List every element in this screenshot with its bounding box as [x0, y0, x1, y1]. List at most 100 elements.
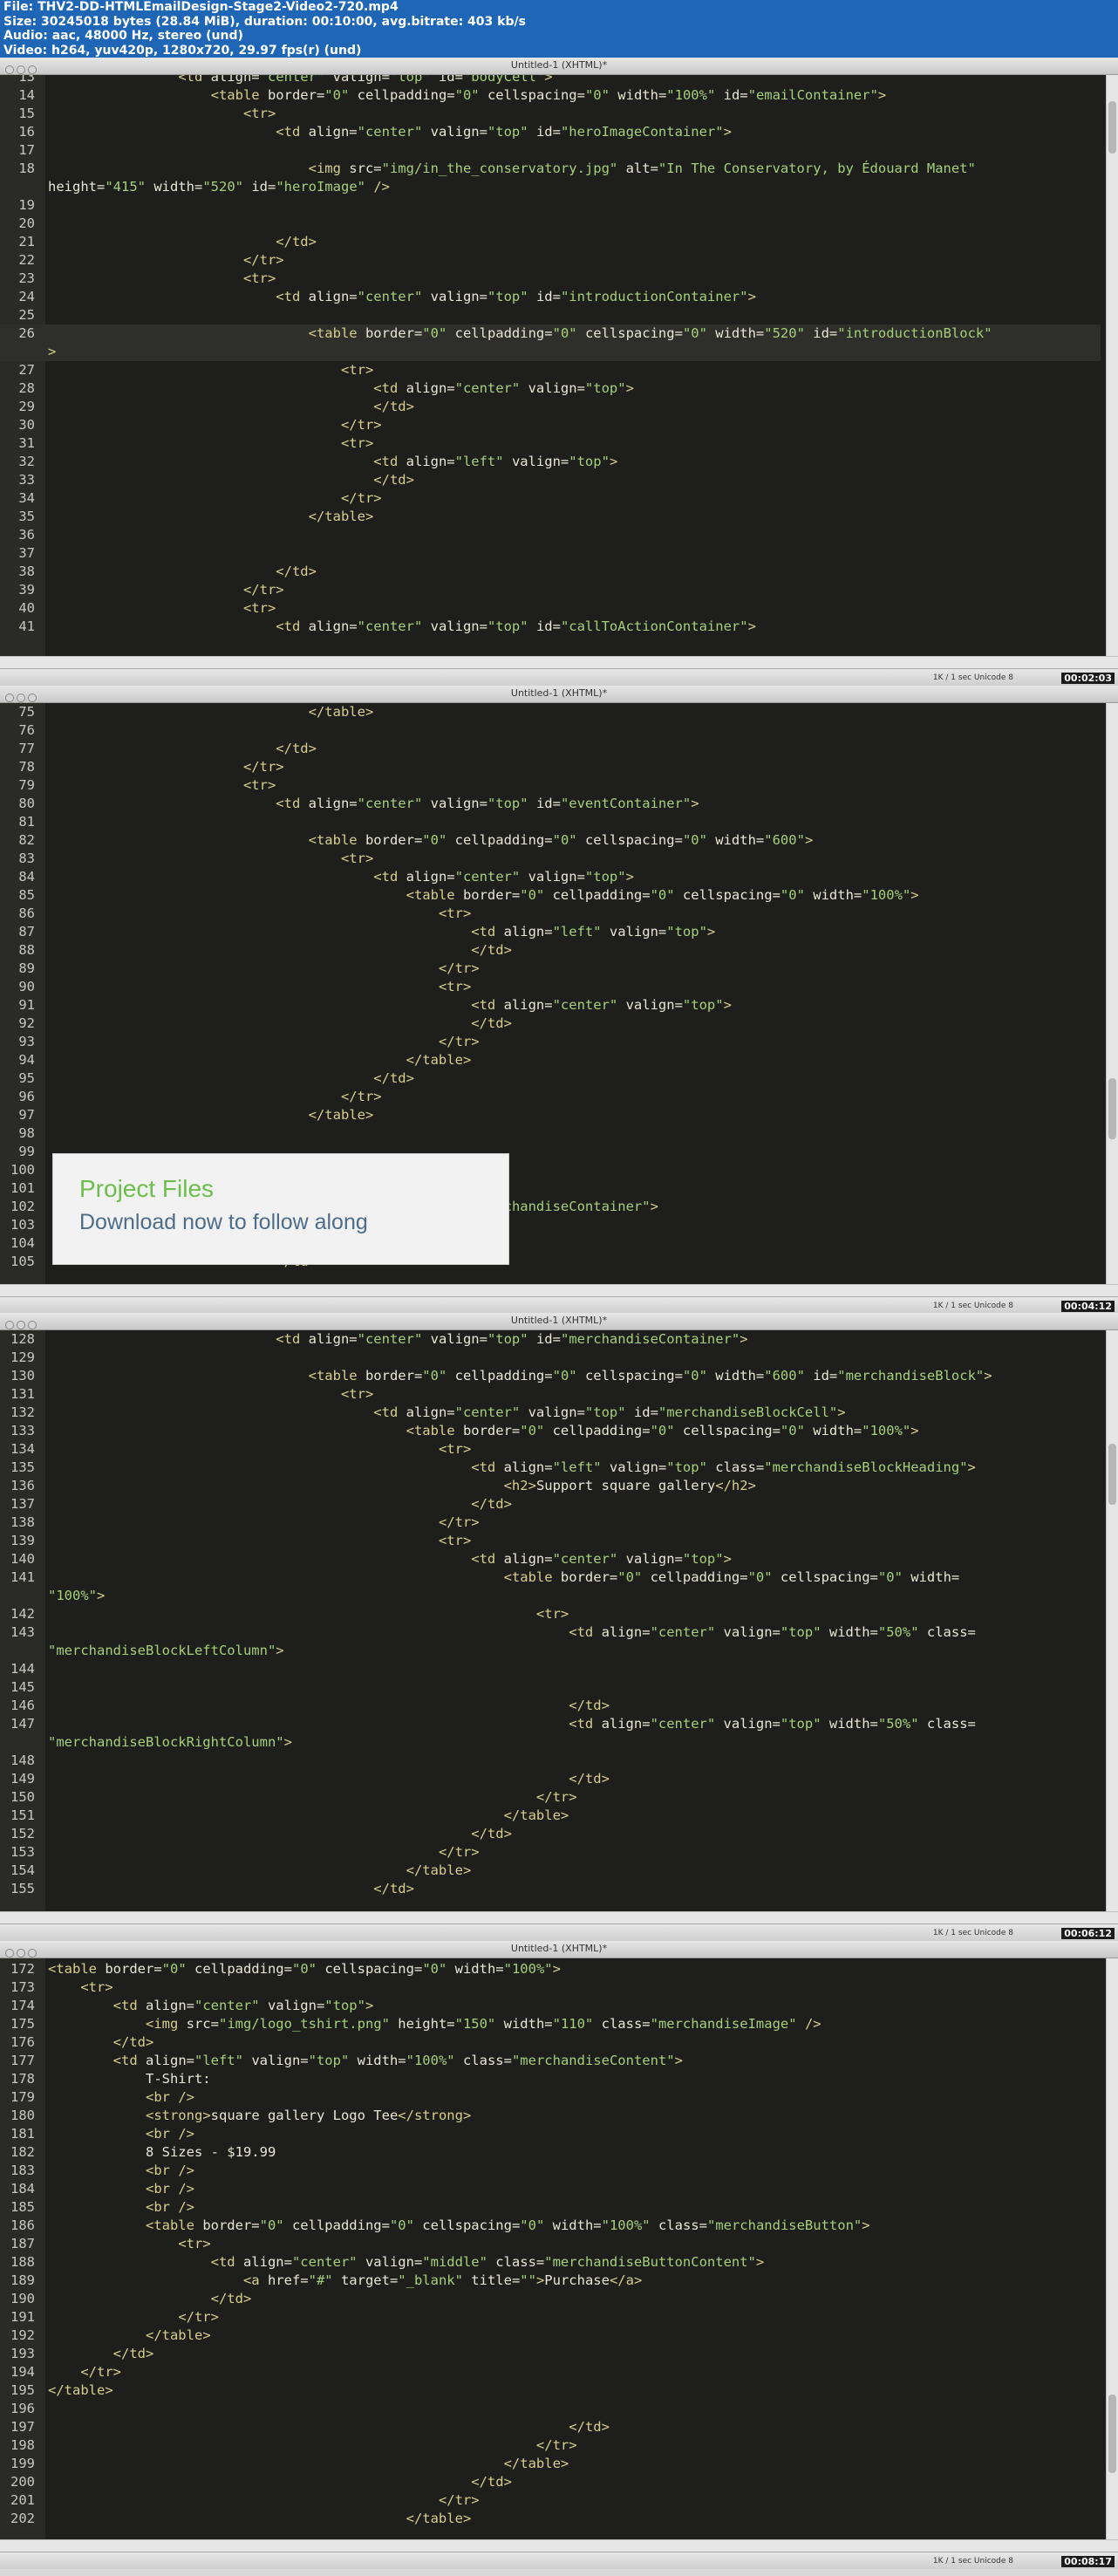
code-line[interactable]: 136 <h2>Support square gallery</h2> — [0, 1477, 1101, 1495]
code-line[interactable]: 90 <tr> — [0, 978, 1101, 996]
code-line[interactable]: 31 <tr> — [0, 434, 1101, 453]
code-line[interactable]: 133 <table border="0" cellpadding="0" ce… — [0, 1422, 1101, 1440]
code-line[interactable]: 150 </tr> — [0, 1788, 1101, 1807]
scrollbar-thumb[interactable] — [1108, 1078, 1116, 1139]
code-line[interactable]: 15 <tr> — [0, 105, 1101, 123]
code-line[interactable]: 155 </td> — [0, 1880, 1101, 1898]
code-line[interactable]: 148 — [0, 1752, 1101, 1770]
code-line[interactable]: 153 </tr> — [0, 1843, 1101, 1862]
code-line[interactable]: 88 </td> — [0, 941, 1101, 960]
code-line[interactable]: 35 </table> — [0, 508, 1101, 526]
code-line[interactable]: 19 — [0, 196, 1101, 215]
code-line[interactable]: "merchandiseBlockRightColumn"> — [0, 1733, 1101, 1752]
scrollbar-thumb[interactable] — [1108, 1444, 1116, 1505]
code-line[interactable]: 25 — [0, 306, 1101, 325]
code-line[interactable]: 130 <table border="0" cellpadding="0" ce… — [0, 1367, 1101, 1385]
code-line[interactable]: 94 </table> — [0, 1051, 1101, 1069]
code-line[interactable]: 144 — [0, 1660, 1101, 1678]
code-line[interactable]: 173 <tr> — [0, 1978, 1101, 1997]
code-line[interactable]: 75 </table> — [0, 703, 1101, 721]
vertical-scrollbar[interactable] — [1106, 1330, 1118, 1911]
code-line[interactable]: 39 </tr> — [0, 581, 1101, 599]
code-line[interactable]: 202 </table> — [0, 2510, 1101, 2528]
code-line[interactable]: 135 <td align="left" valign="top" class=… — [0, 1459, 1101, 1477]
code-line[interactable]: 91 <td align="center" valign="top"> — [0, 996, 1101, 1015]
code-line[interactable]: 23 <tr> — [0, 270, 1101, 288]
code-line[interactable]: 201 </tr> — [0, 2491, 1101, 2510]
code-line[interactable]: "100%"> — [0, 1587, 1101, 1605]
code-line[interactable]: 192 </table> — [0, 2327, 1101, 2345]
code-line[interactable]: 93 </tr> — [0, 1033, 1101, 1051]
code-line[interactable]: 183 <br /> — [0, 2162, 1101, 2180]
code-line[interactable]: 181 <br /> — [0, 2125, 1101, 2143]
code-line[interactable]: 146 </td> — [0, 1697, 1101, 1715]
code-line[interactable]: 78 </tr> — [0, 758, 1101, 776]
code-line[interactable]: 191 </tr> — [0, 2308, 1101, 2327]
code-line[interactable]: 29 </td> — [0, 398, 1101, 416]
code-line[interactable]: 37 — [0, 544, 1101, 563]
project-files-banner[interactable]: Project Files Download now to follow alo… — [52, 1153, 509, 1265]
code-line[interactable]: 179 <br /> — [0, 2088, 1101, 2107]
code-line[interactable]: 195 </table> — [0, 2381, 1101, 2400]
code-line[interactable]: 152 </td> — [0, 1825, 1101, 1843]
code-line[interactable]: 28 <td align="center" valign="top"> — [0, 379, 1101, 398]
code-line[interactable]: 187 <tr> — [0, 2235, 1101, 2253]
code-line[interactable]: 20 — [0, 215, 1101, 233]
code-line[interactable]: 92 </td> — [0, 1015, 1101, 1033]
code-line[interactable]: 139 <tr> — [0, 1532, 1101, 1550]
window-titlebar[interactable]: Untitled-1 (XHTML)* — [0, 1941, 1118, 1958]
code-line[interactable]: 178 T-Shirt: — [0, 2070, 1101, 2088]
horizontal-scrollbar[interactable] — [0, 1911, 1118, 1923]
code-line[interactable]: 145 — [0, 1678, 1101, 1697]
code-line[interactable]: 95 </td> — [0, 1069, 1101, 1088]
code-line[interactable]: 18 <img src="img/in_the_conservatory.jpg… — [0, 160, 1101, 178]
code-line[interactable]: 147 <td align="center" valign="top" widt… — [0, 1715, 1101, 1733]
code-line[interactable]: 174 <td align="center" valign="top"> — [0, 1997, 1101, 2015]
vertical-scrollbar[interactable] — [1106, 1958, 1118, 2539]
horizontal-scrollbar[interactable] — [0, 656, 1118, 668]
code-line[interactable]: 198 </tr> — [0, 2436, 1101, 2455]
code-line[interactable]: 21 </td> — [0, 233, 1101, 251]
code-line[interactable]: 40 <tr> — [0, 599, 1101, 618]
code-line[interactable]: 176 </td> — [0, 2033, 1101, 2052]
code-line[interactable]: 17 — [0, 141, 1101, 160]
code-line[interactable]: 199 </table> — [0, 2455, 1101, 2473]
scrollbar-thumb[interactable] — [1108, 101, 1116, 154]
code-line[interactable]: 79 <tr> — [0, 776, 1101, 795]
code-line[interactable]: 97 </table> — [0, 1106, 1101, 1124]
code-line[interactable]: 151 </table> — [0, 1807, 1101, 1825]
code-line[interactable]: 141 <table border="0" cellpadding="0" ce… — [0, 1568, 1101, 1587]
code-line[interactable]: 143 <td align="center" valign="top" widt… — [0, 1623, 1101, 1642]
vertical-scrollbar[interactable] — [1106, 703, 1118, 1284]
code-line[interactable]: 180 <strong>square gallery Logo Tee</str… — [0, 2107, 1101, 2125]
code-line[interactable]: 98 — [0, 1124, 1101, 1143]
code-line[interactable]: 24 <td align="center" valign="top" id="i… — [0, 288, 1101, 306]
vertical-scrollbar[interactable] — [1106, 75, 1118, 656]
code-editor[interactable]: 128 <td align="center" valign="top" id="… — [0, 1330, 1118, 1911]
code-line[interactable]: 38 </td> — [0, 563, 1101, 581]
code-line[interactable]: 76 — [0, 721, 1101, 740]
code-line[interactable]: 134 <tr> — [0, 1440, 1101, 1459]
code-line[interactable]: 194 </tr> — [0, 2363, 1101, 2381]
code-line[interactable]: 149 </td> — [0, 1770, 1101, 1788]
code-line[interactable]: 82 <table border="0" cellpadding="0" cel… — [0, 831, 1101, 850]
code-line[interactable]: 81 — [0, 813, 1101, 831]
code-line[interactable]: 186 <table border="0" cellpadding="0" ce… — [0, 2217, 1101, 2235]
code-line[interactable]: 83 <tr> — [0, 850, 1101, 868]
code-line[interactable]: 14 <table border="0" cellpadding="0" cel… — [0, 86, 1101, 105]
window-titlebar[interactable]: Untitled-1 (XHTML)* — [0, 1313, 1118, 1330]
code-line[interactable]: 129 — [0, 1349, 1101, 1367]
code-line[interactable]: 154 </table> — [0, 1862, 1101, 1880]
code-line[interactable]: "merchandiseBlockLeftColumn"> — [0, 1642, 1101, 1660]
code-line[interactable]: 33 </td> — [0, 471, 1101, 489]
window-titlebar[interactable]: Untitled-1 (XHTML)* — [0, 58, 1118, 75]
code-line[interactable]: 189 <a href="#" target="_blank" title=""… — [0, 2272, 1101, 2290]
code-line[interactable]: 182 8 Sizes - $19.99 — [0, 2143, 1101, 2162]
code-line[interactable]: 77 </td> — [0, 740, 1101, 758]
code-line[interactable]: height="415" width="520" id="heroImage" … — [0, 178, 1101, 196]
code-line[interactable]: 85 <table border="0" cellpadding="0" cel… — [0, 886, 1101, 905]
code-line[interactable]: 89 </tr> — [0, 960, 1101, 978]
code-line[interactable]: 197 </td> — [0, 2418, 1101, 2436]
code-line[interactable]: 87 <td align="left" valign="top"> — [0, 923, 1101, 941]
code-line[interactable]: 175 <img src="img/logo_tshirt.png" heigh… — [0, 2015, 1101, 2033]
